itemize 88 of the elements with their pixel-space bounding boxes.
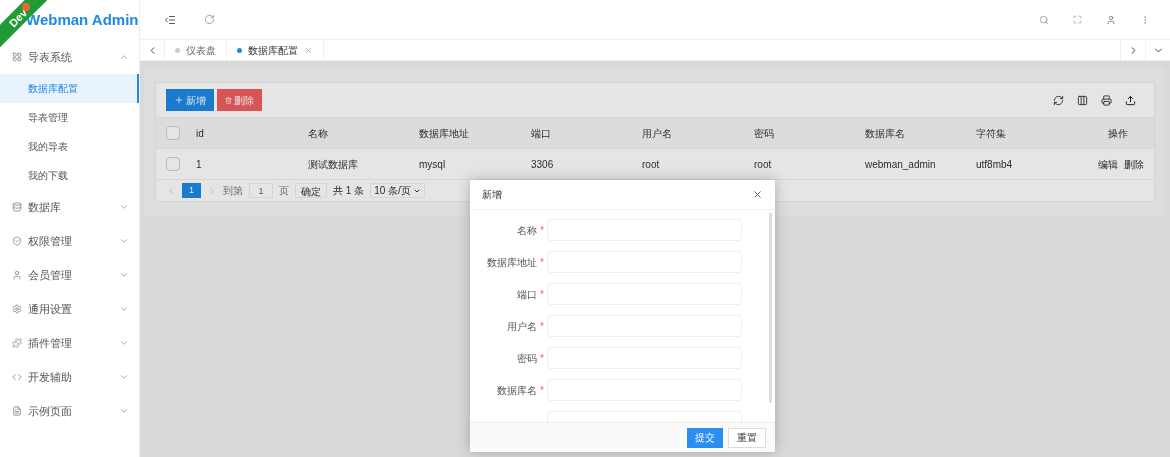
scrollbar[interactable] [769, 213, 772, 403]
row-action-link[interactable]: 编辑 [1097, 156, 1118, 172]
chevron-icon [119, 202, 129, 212]
column-header: id [196, 126, 204, 141]
field-label: 数据库名 [496, 383, 537, 398]
column-header: 数据库地址 [419, 126, 469, 141]
chevron-icon [119, 338, 129, 348]
table-cell-text: 1 [196, 157, 202, 172]
trash-icon [225, 96, 232, 104]
chevron-icon [119, 236, 129, 246]
chevron-icon [119, 270, 129, 280]
refresh-icon[interactable] [1053, 94, 1064, 106]
table-cell-text: mysql [419, 157, 446, 172]
code-icon [12, 372, 22, 382]
user-icon[interactable] [1106, 14, 1116, 25]
required-asterisk: * [540, 383, 544, 398]
add-button[interactable]: 新增 [166, 89, 214, 111]
table-cell-text: 3306 [531, 157, 554, 172]
user-icon [12, 270, 22, 280]
confirm-button[interactable]: 确定 [295, 183, 327, 198]
grid-icon [12, 52, 22, 62]
required-asterisk: * [540, 319, 544, 334]
column-header: 用户名 [642, 126, 672, 141]
table-cell-text: 测试数据库 [308, 157, 358, 172]
sidebar-submenu-item[interactable]: 数据库配置 [0, 74, 139, 103]
sidebar-menu-item[interactable]: 开发辅助 [0, 360, 139, 394]
required-asterisk: * [540, 255, 544, 270]
page-number-button[interactable]: 1 [182, 183, 201, 198]
page-tab[interactable]: 数据库配置 [227, 40, 324, 60]
sidebar-menu-item[interactable]: 插件管理 [0, 326, 139, 360]
columns-icon[interactable] [1077, 94, 1088, 106]
sidebar-submenu-item[interactable]: 我的下载 [0, 161, 139, 190]
sidebar-menu-item[interactable]: 数据库 [0, 190, 139, 224]
checkbox[interactable] [166, 157, 180, 171]
menu-collapse-icon[interactable] [164, 13, 176, 26]
document-icon [12, 406, 22, 416]
dialog-title: 新增 [482, 188, 503, 202]
fullscreen-icon[interactable] [1073, 15, 1082, 24]
required-asterisk: * [540, 223, 544, 238]
gear-icon [12, 304, 22, 314]
sidebar-menu-item[interactable]: 导表系统 [0, 40, 139, 74]
sidebar-submenu-item[interactable]: 我的导表 [0, 132, 139, 161]
required-asterisk: * [540, 351, 544, 366]
database-icon [12, 202, 22, 212]
page-tab[interactable]: 仪表盘 [165, 40, 227, 60]
table-cell-text: root [754, 157, 772, 172]
puzzle-icon [12, 338, 22, 348]
checkbox[interactable] [166, 126, 180, 140]
field-label: 用户名 [506, 319, 537, 334]
search-icon[interactable] [1039, 14, 1049, 25]
chevron-icon [119, 406, 129, 416]
shield-icon [12, 236, 22, 246]
print-icon[interactable] [1101, 94, 1112, 106]
app-logo-title: Webman Admin [26, 9, 139, 30]
column-header: 密码 [754, 126, 774, 141]
previous-page-icon[interactable] [166, 185, 176, 196]
total-count: 共 1 条 [333, 184, 365, 198]
sidebar-menu-item[interactable]: 示例页面 [0, 394, 139, 428]
goto-label: 到第 [223, 184, 243, 198]
field-label: 数据库地址 [486, 255, 537, 270]
sidebar-menu-item[interactable]: 会员管理 [0, 258, 139, 292]
sidebar-submenu-item[interactable]: 导表管理 [0, 103, 139, 132]
chevron-icon [119, 52, 129, 62]
column-header: 端口 [531, 126, 551, 141]
field-label: 密码 [516, 351, 537, 366]
field-label: 名称 [516, 223, 537, 238]
column-header: 操作 [1107, 126, 1129, 141]
page-size-select[interactable]: 10 条/页 [370, 183, 425, 198]
table-cell-text: webman_admin [865, 157, 936, 172]
next-page-icon[interactable] [207, 185, 217, 196]
chevron-icon [119, 372, 129, 382]
required-asterisk: * [540, 287, 544, 302]
field-label: 端口 [516, 287, 537, 302]
sidebar-menu-item[interactable]: 权限管理 [0, 224, 139, 258]
page-unit-label: 页 [279, 184, 289, 198]
plus-icon [174, 95, 184, 105]
table-cell-text: root [642, 157, 660, 172]
close-icon[interactable] [752, 189, 763, 200]
column-header: 名称 [308, 126, 328, 141]
page-input[interactable]: 1 [249, 183, 273, 198]
column-header: 数据库名 [865, 126, 905, 141]
column-header: 字符集 [976, 126, 1006, 141]
export-icon[interactable] [1125, 94, 1136, 106]
sidebar-menu-item[interactable]: 通用设置 [0, 292, 139, 326]
reset-button[interactable]: 重置 [728, 427, 766, 448]
table-cell-text: utf8mb4 [976, 157, 1013, 172]
chevron-icon [119, 304, 129, 314]
row-action-link[interactable]: 删除 [1123, 156, 1144, 172]
